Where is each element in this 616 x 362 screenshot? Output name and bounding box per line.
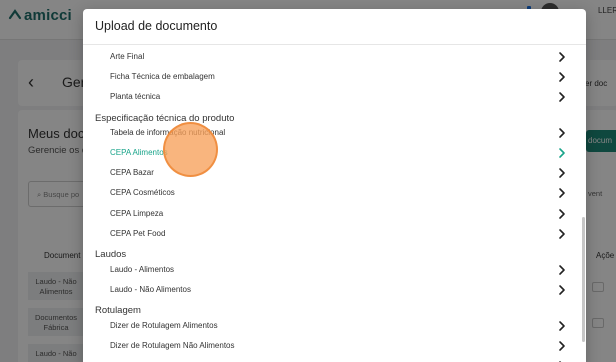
document-type-label: Dizer de Rotulagem Não Alimentos (110, 341, 235, 350)
scrollbar-thumb[interactable] (582, 217, 585, 342)
document-type-label: Laudo - Não Alimentos (110, 285, 191, 294)
chevron-right-icon (559, 128, 565, 138)
document-type-item[interactable]: Planta técnica (83, 88, 573, 108)
chevron-right-icon (559, 72, 565, 82)
document-type-item[interactable]: Dizer de Rotulagem Alimentos (83, 317, 573, 337)
document-type-item[interactable]: CEPA Limpeza (83, 205, 573, 225)
chevron-right-icon (559, 209, 565, 219)
document-type-item[interactable]: Dizer de Rotulagem Não Alimentos (83, 337, 573, 357)
document-type-label: CEPA Bazar (110, 168, 154, 177)
chevron-right-icon (559, 188, 565, 198)
document-type-item[interactable]: CEPA Pet Food (83, 225, 573, 245)
document-type-label: Planta técnica (110, 92, 161, 101)
document-type-item[interactable]: Tabela de informação nutricional (83, 124, 573, 144)
chevron-right-icon (559, 285, 565, 295)
document-type-label: Laudo - Alimentos (110, 265, 175, 274)
document-type-item[interactable]: CEPA Alimentos (83, 144, 573, 164)
upload-document-modal: Upload de documento Arte Final Ficha Técn… (83, 9, 586, 362)
chevron-right-icon (559, 52, 565, 62)
chevron-right-icon (559, 92, 565, 102)
document-type-item[interactable]: CEPA Bazar (83, 164, 573, 184)
chevron-right-icon (559, 229, 565, 239)
group-heading: Especificação técnica do produto (95, 113, 235, 124)
document-type-item[interactable]: Laudo - Não Alimentos (83, 281, 573, 301)
chevron-right-icon (559, 148, 565, 158)
chevron-right-icon (559, 265, 565, 275)
document-type-label: CEPA Alimentos (110, 148, 168, 157)
chevron-right-icon (559, 321, 565, 331)
group-heading: Rotulagem (95, 305, 141, 316)
document-type-label: CEPA Cosméticos (110, 188, 175, 197)
document-type-item[interactable]: Dizer de Rotulagem Pet Food (83, 357, 573, 362)
chevron-right-icon (559, 341, 565, 351)
document-type-label: Ficha Técnica de embalagem (110, 72, 215, 81)
document-type-label: CEPA Pet Food (110, 229, 166, 238)
document-type-label: Arte Final (110, 52, 145, 61)
touch-indicator (163, 122, 218, 177)
document-type-item[interactable]: CEPA Cosméticos (83, 184, 573, 204)
document-type-label: Dizer de Rotulagem Alimentos (110, 321, 218, 330)
document-type-item[interactable]: Arte Final (83, 48, 573, 68)
document-type-item[interactable]: Laudo - Alimentos (83, 261, 573, 281)
group-heading: Laudos (95, 249, 127, 260)
modal-title: Upload de documento (95, 19, 218, 33)
chevron-right-icon (559, 168, 565, 178)
modal-divider (83, 44, 586, 45)
document-type-item[interactable]: Ficha Técnica de embalagem (83, 68, 573, 88)
document-type-label: CEPA Limpeza (110, 209, 164, 218)
